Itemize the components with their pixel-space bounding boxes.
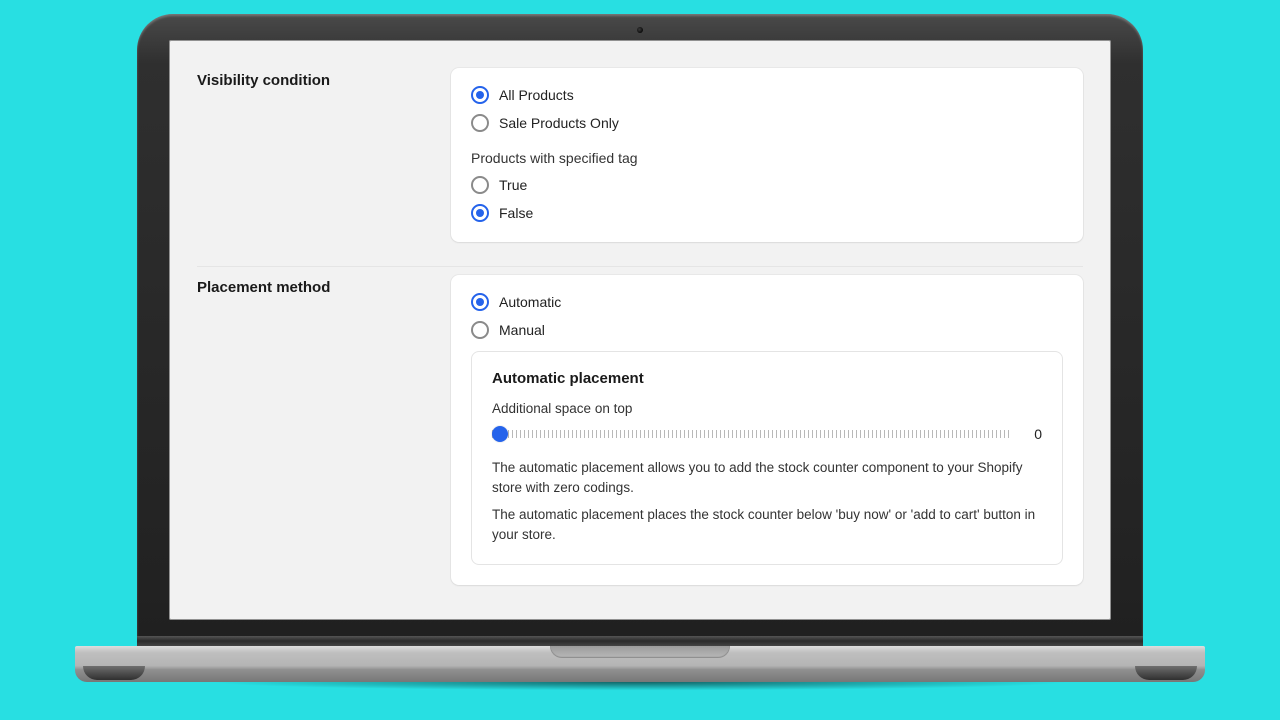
screen-bezel: Visibility condition All Products Sale P… bbox=[137, 14, 1143, 636]
automatic-placement-title: Automatic placement bbox=[492, 370, 1042, 387]
radio-all-products[interactable]: All Products bbox=[471, 86, 1063, 104]
tag-group-heading: Products with specified tag bbox=[471, 150, 1063, 166]
automatic-placement-panel: Automatic placement Additional space on … bbox=[471, 351, 1063, 565]
radio-label: True bbox=[499, 177, 527, 193]
radio-icon bbox=[471, 176, 489, 194]
camera-icon bbox=[637, 27, 643, 33]
slider-thumb-icon[interactable] bbox=[492, 426, 508, 442]
automatic-placement-desc-2: The automatic placement places the stock… bbox=[492, 505, 1042, 544]
radio-label: Automatic bbox=[499, 294, 561, 310]
laptop-deck bbox=[75, 646, 1205, 682]
app-screen: Visibility condition All Products Sale P… bbox=[169, 40, 1111, 620]
radio-icon bbox=[471, 204, 489, 222]
section-visibility: Visibility condition All Products Sale P… bbox=[197, 60, 1083, 267]
laptop-frame: Visibility condition All Products Sale P… bbox=[137, 14, 1143, 702]
section-title-visibility: Visibility condition bbox=[197, 68, 427, 89]
radio-label: Sale Products Only bbox=[499, 115, 619, 131]
laptop-hinge bbox=[137, 636, 1143, 646]
radio-icon bbox=[471, 86, 489, 104]
placement-card: Automatic Manual Automatic placement Add… bbox=[451, 275, 1083, 585]
space-on-top-value: 0 bbox=[1028, 426, 1042, 442]
space-on-top-row: 0 bbox=[492, 426, 1042, 442]
radio-icon bbox=[471, 321, 489, 339]
space-on-top-slider[interactable] bbox=[492, 426, 1010, 442]
automatic-placement-desc-1: The automatic placement allows you to ad… bbox=[492, 458, 1042, 497]
space-on-top-label: Additional space on top bbox=[492, 401, 1042, 416]
radio-label: Manual bbox=[499, 322, 545, 338]
visibility-card: All Products Sale Products Only Products… bbox=[451, 68, 1083, 242]
radio-sale-products-only[interactable]: Sale Products Only bbox=[471, 114, 1063, 132]
section-title-placement: Placement method bbox=[197, 275, 427, 296]
radio-icon bbox=[471, 293, 489, 311]
radio-icon bbox=[471, 114, 489, 132]
radio-tag-true[interactable]: True bbox=[471, 176, 1063, 194]
laptop-notch bbox=[550, 646, 730, 658]
section-placement: Placement method Automatic Manual Automa… bbox=[197, 267, 1083, 585]
radio-placement-automatic[interactable]: Automatic bbox=[471, 293, 1063, 311]
radio-label: False bbox=[499, 205, 533, 221]
settings-page: Visibility condition All Products Sale P… bbox=[169, 40, 1111, 609]
radio-label: All Products bbox=[499, 87, 574, 103]
radio-tag-false[interactable]: False bbox=[471, 204, 1063, 222]
laptop-shadow bbox=[85, 682, 1195, 702]
radio-placement-manual[interactable]: Manual bbox=[471, 321, 1063, 339]
